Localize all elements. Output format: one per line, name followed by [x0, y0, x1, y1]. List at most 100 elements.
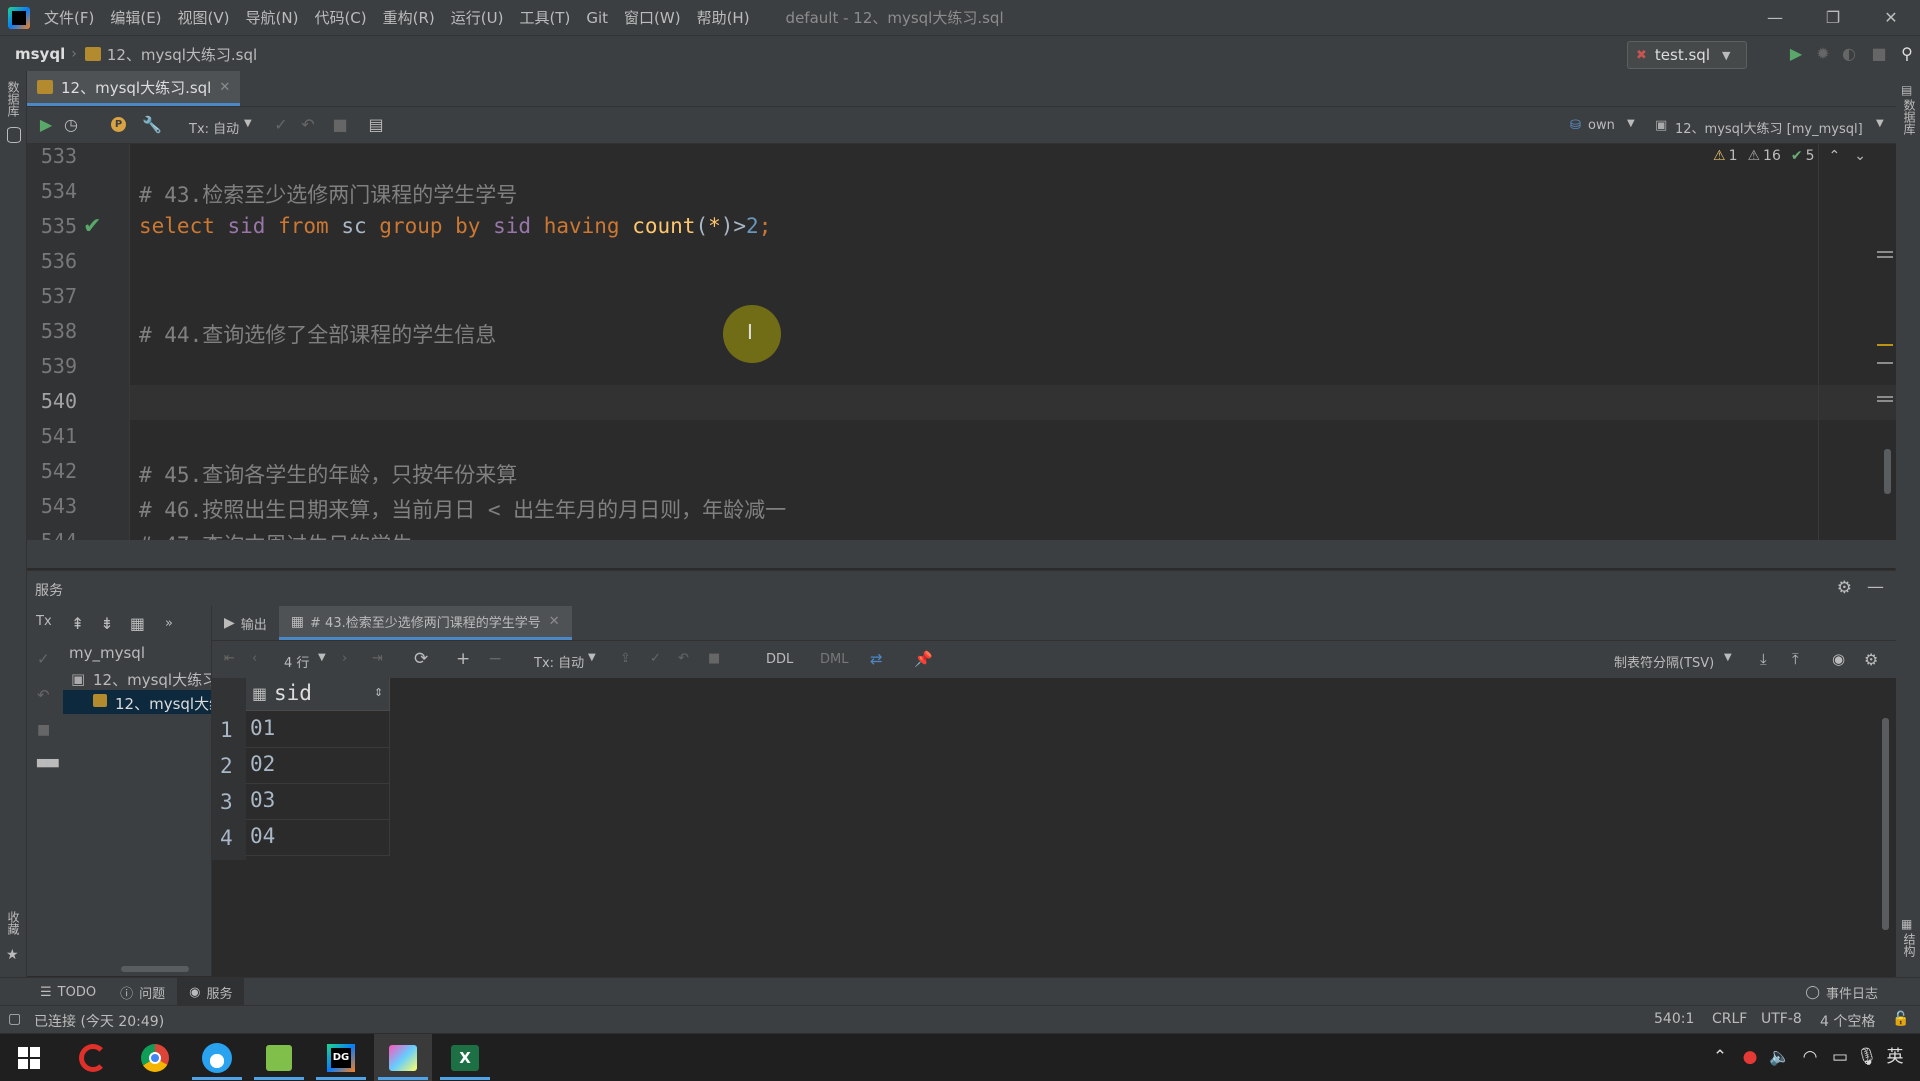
line-separator[interactable]: CRLF — [1712, 1011, 1747, 1027]
wrench-icon[interactable]: 🔧 — [139, 112, 165, 138]
collapse-all-icon[interactable]: ⇟ — [100, 614, 113, 633]
table-cell[interactable]: 03 — [246, 783, 390, 820]
lock-icon[interactable]: 🔓 — [1892, 1011, 1909, 1027]
panel-splitter[interactable] — [27, 540, 1896, 568]
indent-setting[interactable]: 4 个空格 — [1820, 1011, 1875, 1031]
menu-git[interactable]: Git — [586, 9, 608, 27]
previous-highlight-icon[interactable]: ⌃ — [1829, 148, 1841, 164]
previous-page-icon[interactable]: ‹ — [252, 651, 257, 666]
group-icon[interactable]: ▦ — [130, 614, 145, 633]
hide-panel-icon[interactable]: — — [1867, 577, 1884, 597]
more-icon[interactable]: » — [165, 616, 173, 631]
menu-edit[interactable]: 编辑(E) — [110, 7, 161, 28]
breadcrumb-file[interactable]: 12、mysql大练习.sql — [107, 44, 257, 65]
minimize-button[interactable]: — — [1746, 0, 1804, 35]
event-log-button[interactable]: ◯ 事件日志 — [1793, 978, 1890, 1006]
record-icon[interactable]: ● — [1738, 1034, 1762, 1081]
menu-tools[interactable]: 工具(T) — [519, 7, 570, 28]
tree-scrollbar-thumb[interactable] — [121, 966, 189, 972]
tree-item-console[interactable]: 12、mysql大练习 — [115, 693, 211, 714]
search-icon[interactable]: ⚲ — [1894, 41, 1920, 67]
tab-output[interactable]: ▶ 输出 — [212, 606, 279, 640]
panel-toggle-icon[interactable]: ▢ — [8, 1011, 21, 1027]
commit-icon[interactable]: ✓ — [268, 112, 294, 138]
export-format-select[interactable]: 制表符分隔(TSV) — [1614, 652, 1714, 671]
sort-icon[interactable]: ⇕ — [374, 686, 383, 699]
debug-icon[interactable]: ✹ — [1810, 41, 1836, 67]
sql-editor[interactable]: 533 534 535 536 537 538 539 540 541 542 … — [27, 144, 1896, 540]
table-cell[interactable]: 04 — [246, 819, 390, 856]
table-cell[interactable]: 01 — [246, 711, 390, 748]
grid-scrollbar-thumb[interactable] — [1882, 718, 1889, 930]
menu-view[interactable]: 视图(V) — [178, 7, 230, 28]
add-row-icon[interactable]: + — [456, 649, 470, 669]
commit-icon[interactable]: ✓ — [37, 650, 50, 668]
first-page-icon[interactable]: ⇤ — [224, 651, 235, 666]
compare-icon[interactable]: ⇄ — [870, 650, 883, 668]
caret-position[interactable]: 540:1 — [1654, 1011, 1694, 1027]
taskbar-datagrip[interactable]: DG — [312, 1034, 370, 1081]
menu-code[interactable]: 代码(C) — [314, 7, 366, 28]
close-tab-icon[interactable]: ✕ — [549, 614, 560, 629]
next-page-icon[interactable]: › — [342, 651, 347, 666]
taskbar-app-red[interactable] — [64, 1034, 122, 1081]
tab-mysql-practice[interactable]: 12、mysql大练习.sql ✕ — [27, 71, 241, 106]
execute-icon[interactable]: ▶ — [33, 112, 59, 138]
column-header-sid[interactable]: ▦ sid ⇕ — [246, 678, 390, 711]
breadcrumb-project[interactable]: msyql — [15, 45, 65, 63]
inspection-widget[interactable]: ⚠ 1 ⚠ 16 ✔ 5 ⌃ ⌄ — [1713, 148, 1866, 164]
next-highlight-icon[interactable]: ⌄ — [1854, 148, 1866, 164]
table-cell[interactable]: 02 — [246, 747, 390, 784]
battery-icon[interactable]: ▭ — [1828, 1034, 1852, 1081]
stop-icon[interactable]: ■ — [327, 112, 353, 138]
rollback-icon[interactable]: ↶ — [37, 686, 50, 704]
delete-row-icon[interactable]: − — [488, 649, 502, 669]
taskbar-excel[interactable]: X — [436, 1034, 494, 1081]
submit-icon[interactable]: ⇪ — [620, 651, 631, 666]
schema-select[interactable]: own — [1588, 118, 1615, 133]
menu-refactor[interactable]: 重构(R) — [383, 7, 435, 28]
ime-indicator[interactable]: 英 — [1882, 1034, 1908, 1081]
tx-mode-select[interactable]: Tx: 自动 — [534, 652, 584, 671]
services-button[interactable]: ◉ 服务 — [177, 978, 245, 1006]
favorites-tool-button[interactable]: 收藏 — [5, 911, 22, 935]
pin-icon[interactable]: 📌 — [914, 650, 933, 668]
todo-button[interactable]: ☰ TODO — [28, 978, 108, 1006]
results-icon[interactable]: ▤ — [363, 112, 389, 138]
rollback-icon[interactable]: ↶ — [678, 651, 689, 666]
download-icon[interactable]: ⤓ — [1760, 650, 1767, 668]
view-icon[interactable]: ◉ — [1832, 650, 1845, 668]
gear-icon[interactable]: ⚙ — [1864, 650, 1878, 669]
start-button[interactable] — [0, 1034, 58, 1081]
database-panel-button[interactable]: 数据库 — [1901, 99, 1918, 135]
database-tool-button[interactable]: 数据库 — [5, 81, 22, 117]
wifi-icon[interactable]: ◠ — [1798, 1034, 1822, 1081]
menu-help[interactable]: 帮助(H) — [697, 7, 750, 28]
run-configuration-select[interactable]: ✖ test.sql ▼ — [1627, 41, 1747, 69]
volume-icon[interactable]: 🔈 — [1768, 1034, 1792, 1081]
stop-icon[interactable]: ■ — [37, 722, 50, 738]
tx-mode-select[interactable]: Tx: 自动 — [189, 118, 239, 137]
taskbar-browser[interactable] — [188, 1034, 246, 1081]
coverage-icon[interactable]: ◐ — [1836, 41, 1862, 67]
menu-navigate[interactable]: 导航(N) — [246, 7, 299, 28]
tray-expand-icon[interactable]: ⌃ — [1708, 1034, 1732, 1081]
tree-item-datasource[interactable]: my_mysql — [69, 644, 145, 662]
tx-icon[interactable]: Tx — [36, 614, 52, 629]
close-tab-icon[interactable]: ✕ — [219, 80, 230, 95]
taskbar-chrome[interactable] — [126, 1034, 184, 1081]
taskbar-editor[interactable] — [250, 1034, 308, 1081]
menu-run[interactable]: 运行(U) — [451, 7, 504, 28]
upload-icon[interactable]: ⤒ — [1792, 650, 1799, 668]
structure-panel-button[interactable]: 结构 — [1901, 933, 1918, 957]
rows-count-select[interactable]: 4 行 — [284, 652, 309, 671]
menu-file[interactable]: 文件(F) — [44, 7, 94, 28]
dml-button[interactable]: DML — [820, 652, 848, 667]
stop-icon[interactable]: ■ — [708, 651, 720, 666]
gear-icon[interactable]: ⚙ — [1837, 578, 1852, 598]
editor-scrollbar-thumb[interactable] — [1884, 449, 1891, 494]
last-page-icon[interactable]: ⇥ — [372, 651, 383, 666]
run-icon[interactable]: ▶ — [1783, 41, 1809, 67]
taskbar-paint[interactable] — [374, 1034, 432, 1081]
problems-button[interactable]: ⓘ 问题 — [108, 978, 177, 1006]
